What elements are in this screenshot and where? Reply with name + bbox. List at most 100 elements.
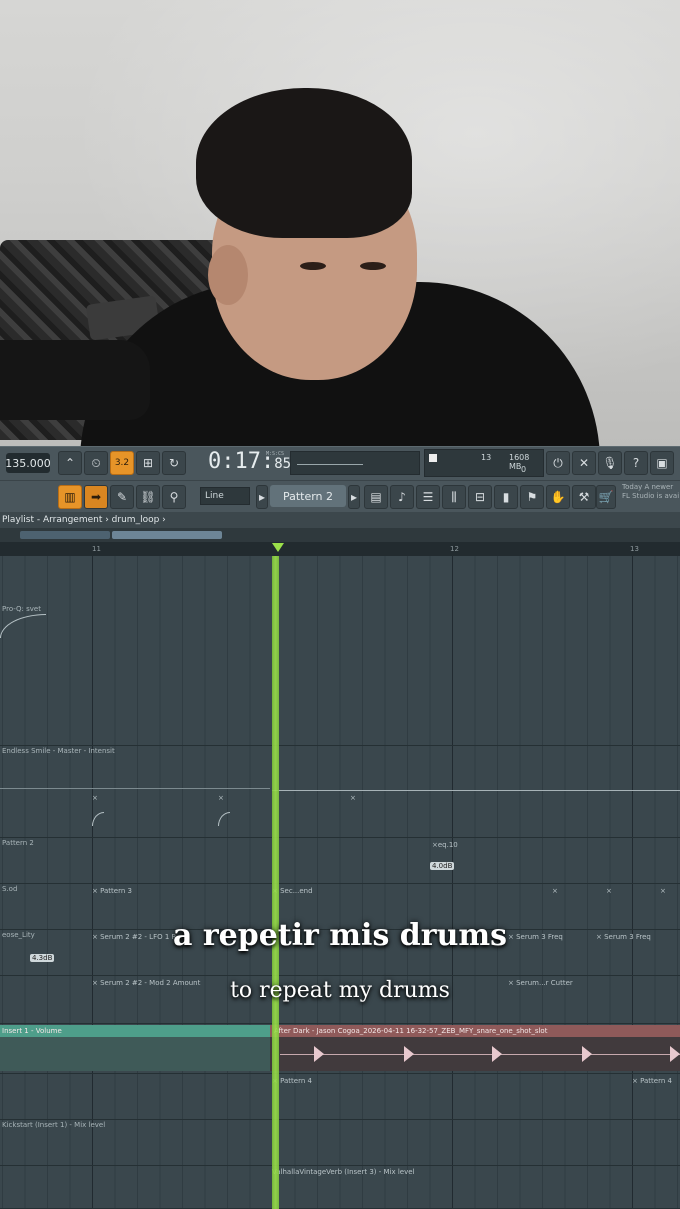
news-panel[interactable]: Today A newer FL Studio is avai: [622, 483, 680, 511]
fl-toolbar: 135.000 ⌃ ⏲ 3.2 ⊞ ↻ 0:17:85 M:S:CS 13 16…: [0, 446, 680, 512]
breadcrumb[interactable]: Playlist - Arrangement › drum_loop ›: [0, 512, 680, 528]
mixer-icon[interactable]: ⫼: [442, 485, 466, 509]
cpu-memory-panel: 13 1608 MB 0: [424, 449, 544, 477]
ruler-bar-11: 11: [92, 545, 101, 553]
automation-line: [0, 788, 270, 789]
piano-roll-icon[interactable]: ♪: [390, 485, 414, 509]
playlist-icon[interactable]: ▤: [364, 485, 388, 509]
countdown-button[interactable]: 3.2: [110, 451, 134, 475]
clip-close-icon[interactable]: ×: [552, 887, 558, 895]
song-position-display[interactable]: 0:17:85 M:S:CS: [208, 449, 291, 477]
channel-rack-icon[interactable]: ☰: [416, 485, 440, 509]
loop-record-icon[interactable]: ↻: [162, 451, 186, 475]
tempo-display[interactable]: 135.000: [5, 453, 51, 473]
timeline-ruler[interactable]: 11 12 13: [0, 542, 680, 556]
playlist-grid[interactable]: Pro-Q: svet Endless Smile - Master - Int…: [0, 556, 680, 1209]
track-valhalla: ValhallaVintageVerb (Insert 3) - Mix lev…: [0, 1166, 680, 1209]
snap-mode-select[interactable]: Line: [200, 487, 250, 505]
power-icon[interactable]: ⏻: [546, 451, 570, 475]
track-label: Kickstart (Insert 1) - Mix level: [2, 1121, 106, 1129]
clip-close-icon[interactable]: ×: [92, 794, 98, 802]
pattern-selector[interactable]: Pattern 2: [270, 485, 346, 507]
plugin-manager-icon[interactable]: ✕: [572, 451, 596, 475]
clip-close-icon[interactable]: ×: [660, 887, 666, 895]
wait-input-icon[interactable]: ⏲: [84, 451, 108, 475]
clip-label[interactable]: × Pattern 3: [92, 887, 132, 895]
tools-icon[interactable]: ⚒: [572, 485, 596, 509]
track-label: Pattern 2: [2, 839, 34, 847]
playlist-overview[interactable]: [0, 528, 680, 542]
overview-clip: [20, 531, 110, 539]
automation-curve: [92, 812, 104, 826]
arrow-tool-icon[interactable]: ➡: [84, 485, 108, 509]
automation-curve: [0, 614, 46, 638]
timecode-format-label: M:S:CS: [265, 451, 284, 457]
clip-label[interactable]: × Pattern 4: [632, 1077, 672, 1085]
track-label: Pro-Q: svet: [2, 605, 41, 613]
automation-clip-title: Insert 1 - Volume: [2, 1027, 62, 1035]
stamp-icon[interactable]: ⚲: [162, 485, 186, 509]
timecode-main: 0:17:: [208, 449, 275, 474]
audio-transient: [314, 1046, 324, 1062]
polyphony-count: 0: [521, 465, 527, 474]
step-edit-icon[interactable]: ⊞: [136, 451, 160, 475]
automation-curve: [218, 812, 230, 826]
track-pro-q: Pro-Q: svet: [0, 604, 680, 746]
clip-close-icon[interactable]: ×: [218, 794, 224, 802]
ruler-bar-12: 12: [450, 545, 459, 553]
oscilloscope-panel: [290, 451, 420, 475]
pattern-next-icon[interactable]: ▸: [348, 485, 360, 509]
track-endless-smile: Endless Smile - Master - Intensit × × ×: [0, 746, 680, 838]
playlist-snap-icon[interactable]: ▥: [58, 485, 82, 509]
value-tooltip: 4.0dB: [430, 862, 455, 870]
pattern-prev-icon[interactable]: ▸: [256, 485, 268, 509]
ruler-bar-13: 13: [630, 545, 639, 553]
clip-close-icon[interactable]: ×: [606, 887, 612, 895]
track-kickstart: Kickstart (Insert 1) - Mix level: [0, 1120, 680, 1166]
browser-icon[interactable]: ⊟: [468, 485, 492, 509]
playhead-line[interactable]: [272, 556, 279, 1209]
paint-tool-icon[interactable]: ✎: [110, 485, 134, 509]
timecode-centiseconds: 85: [274, 456, 292, 472]
audio-clip-title: After Dark - Jason Cogoa_2026-04-11 16-3…: [274, 1027, 548, 1035]
audio-waveform-line: [280, 1054, 680, 1055]
audio-transient: [582, 1046, 592, 1062]
person-eye-right: [360, 262, 386, 270]
touch-controller-icon[interactable]: ✋: [546, 485, 570, 509]
audio-transient: [492, 1046, 502, 1062]
clip-label[interactable]: ×eq.10: [432, 841, 458, 849]
track-label: Endless Smile - Master - Intensit: [2, 747, 115, 755]
subtitle-english: to repeat my drums: [230, 978, 450, 1003]
track-pattern-4: × Pattern 4 × Pattern 4: [0, 1074, 680, 1120]
scope-line: [297, 464, 363, 465]
news-line-1: Today A newer: [622, 483, 674, 491]
link-icon[interactable]: ⛓: [136, 485, 160, 509]
plugin-picker-icon[interactable]: ⚑: [520, 485, 544, 509]
project-icon[interactable]: ▮: [494, 485, 518, 509]
toolbar-row-top: 135.000 ⌃ ⏲ 3.2 ⊞ ↻ 0:17:85 M:S:CS 13 16…: [0, 447, 680, 479]
audio-transient: [404, 1046, 414, 1062]
track-label: S.od: [2, 885, 18, 893]
webcam-feed: [0, 0, 680, 446]
overview-window: [112, 531, 222, 539]
automation-line: [272, 790, 680, 791]
microphone-icon[interactable]: 🎙: [598, 451, 622, 475]
subtitle-spanish: a repetir mis drums: [172, 918, 508, 953]
shop-icon[interactable]: 🛒: [596, 485, 616, 509]
playhead-marker[interactable]: [272, 543, 284, 552]
person-ear: [208, 245, 248, 305]
help-icon[interactable]: ?: [624, 451, 648, 475]
metronome-icon[interactable]: ⌃: [58, 451, 82, 475]
news-line-2: FL Studio is avai: [622, 492, 680, 500]
person-hair: [196, 88, 412, 238]
automation-clip-body[interactable]: [0, 1037, 270, 1071]
voice-count: 13: [481, 453, 492, 462]
track-pattern-2: Pattern 2 ×eq.10 4.0dB: [0, 838, 680, 884]
save-icon[interactable]: ▣: [650, 451, 674, 475]
clip-label[interactable]: ValhallaVintageVerb (Insert 3) - Mix lev…: [272, 1168, 414, 1176]
cpu-bar: [429, 454, 437, 462]
clip-close-icon[interactable]: ×: [350, 794, 356, 802]
value-tooltip: 4.3dB: [30, 954, 55, 962]
audio-transient: [670, 1046, 680, 1062]
person-arm: [0, 340, 150, 420]
